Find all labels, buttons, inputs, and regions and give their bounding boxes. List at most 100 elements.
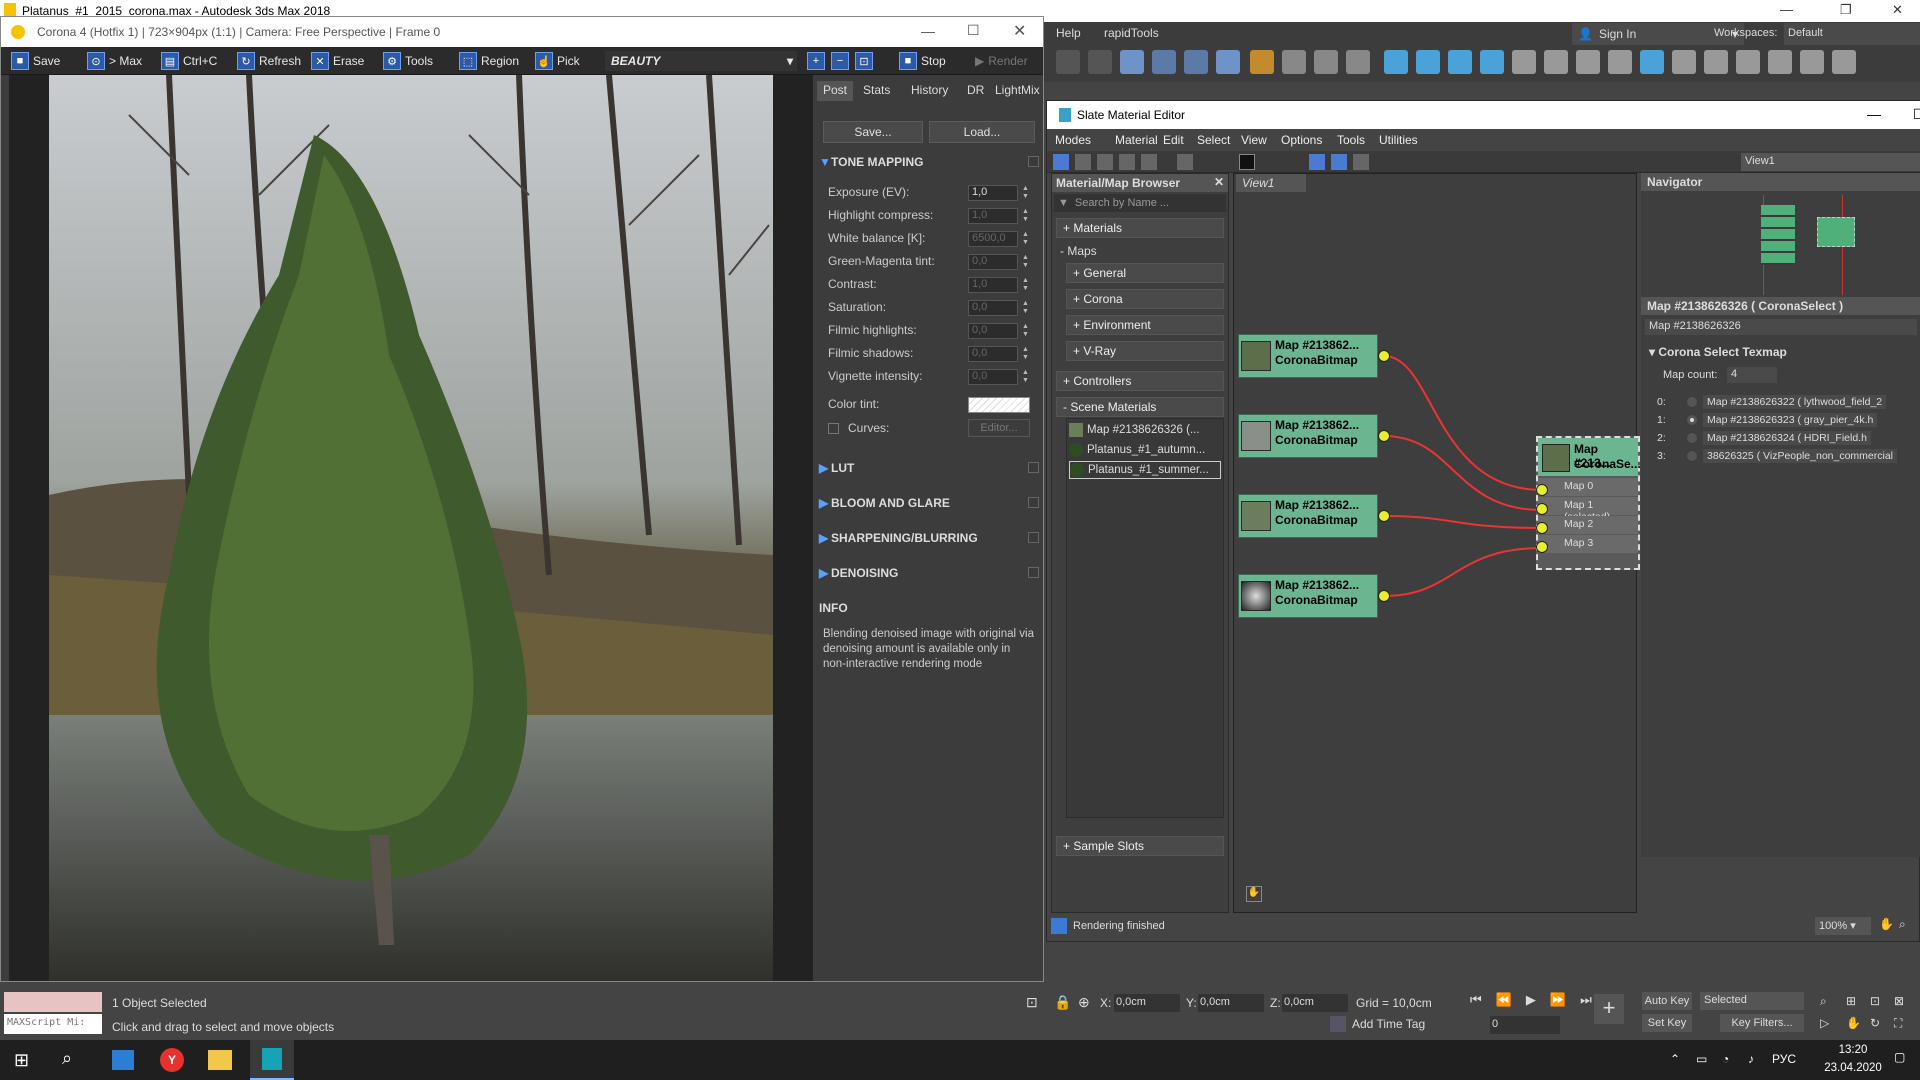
rendered-frame-icon[interactable] bbox=[1282, 50, 1306, 74]
slot-map-button[interactable]: Map #2138626322 ( lythwood_field_2 bbox=[1703, 395, 1887, 409]
render-image-area[interactable] bbox=[9, 75, 813, 981]
viewport-icon[interactable] bbox=[1704, 50, 1728, 74]
browser-group-environment[interactable]: + Environment bbox=[1066, 315, 1224, 335]
section-bloom-checkbox[interactable] bbox=[1028, 497, 1039, 508]
node-input-socket[interactable] bbox=[1536, 503, 1548, 515]
play-icon[interactable]: ▶ bbox=[1526, 992, 1536, 1008]
section-tone-mapping[interactable]: ▼TONE MAPPING bbox=[819, 155, 1039, 169]
corona-bitmap-node[interactable]: Map #213862... CoronaBitmap bbox=[1238, 494, 1378, 538]
browser-group-corona[interactable]: + Corona bbox=[1066, 289, 1224, 309]
color-tint-swatch[interactable] bbox=[968, 397, 1030, 413]
field-of-view-icon[interactable]: ▷ bbox=[1820, 1016, 1829, 1030]
key-filters-button[interactable]: Key Filters... bbox=[1720, 1014, 1804, 1032]
zoom-extents-icon[interactable]: ⊡ bbox=[1870, 994, 1880, 1008]
material-editor-icon[interactable] bbox=[1216, 50, 1240, 74]
add-key-icon[interactable]: + bbox=[1594, 994, 1624, 1024]
param-input[interactable]: 6500,0 bbox=[968, 231, 1018, 247]
section-denoising[interactable]: ▶ DENOISING bbox=[819, 566, 1039, 580]
assign-material-icon[interactable] bbox=[1097, 154, 1113, 170]
region-button[interactable]: ⬚ Region bbox=[459, 51, 519, 71]
close-icon[interactable]: ✕ bbox=[1892, 2, 1903, 18]
zoom-fit-icon[interactable]: ⊡ bbox=[855, 51, 873, 71]
tools-button[interactable]: ⚙ Tools bbox=[383, 51, 433, 71]
show-hidden-icon[interactable]: ⌃ bbox=[1670, 1052, 1680, 1066]
list-item[interactable]: Map #2138626326 (... bbox=[1069, 421, 1221, 439]
maximize-viewport-icon[interactable]: ⛶ bbox=[1894, 1016, 1902, 1031]
map-slot-0[interactable]: Map 0 bbox=[1538, 478, 1638, 496]
schematic-view-icon[interactable] bbox=[1184, 50, 1208, 74]
zoom-extents-all-icon[interactable]: ⊠ bbox=[1894, 994, 1904, 1008]
radio-icon[interactable] bbox=[1687, 433, 1697, 443]
radio-icon[interactable] bbox=[1687, 397, 1697, 407]
copy-button[interactable]: ▤ Ctrl+C bbox=[161, 51, 217, 71]
render-production-icon[interactable] bbox=[1314, 50, 1338, 74]
minimize-icon[interactable]: — bbox=[1780, 2, 1793, 17]
menu-select[interactable]: Select bbox=[1197, 133, 1230, 147]
map-count-spinner[interactable]: 4 bbox=[1727, 367, 1777, 383]
render-iterative-icon[interactable] bbox=[1346, 50, 1370, 74]
current-frame-field[interactable]: 0 bbox=[1490, 1016, 1560, 1034]
node-output-socket[interactable] bbox=[1378, 430, 1390, 442]
param-input[interactable]: 0,0 bbox=[968, 323, 1018, 339]
spinner-icon[interactable]: ▲ ▼ bbox=[1022, 369, 1029, 385]
search-icon[interactable]: ⌕ bbox=[62, 1048, 72, 1069]
scatter-icon[interactable] bbox=[1480, 50, 1504, 74]
tab-post[interactable]: Post bbox=[817, 81, 854, 101]
network-icon[interactable]: ◔ bbox=[1722, 1052, 1729, 1066]
menu-view[interactable]: View bbox=[1241, 133, 1267, 147]
volume-icon[interactable]: ♪ bbox=[1748, 1052, 1754, 1066]
tab-stats[interactable]: Stats bbox=[857, 81, 896, 101]
set-key-button[interactable]: Set Key bbox=[1642, 1014, 1692, 1032]
list-item[interactable]: 3: 38626325 ( VizPeople_non_commercial bbox=[1657, 447, 1919, 465]
maxscript-mini-listener[interactable]: MAXScript Mi: bbox=[4, 1014, 102, 1034]
teapot-icon[interactable] bbox=[1800, 50, 1824, 74]
language-indicator[interactable]: РУС bbox=[1772, 1052, 1796, 1066]
list-item[interactable]: 1: Map #2138626323 ( gray_pier_4k.h bbox=[1657, 411, 1919, 429]
refresh-icon[interactable] bbox=[1608, 50, 1632, 74]
save-preset-button[interactable]: Save... bbox=[823, 121, 923, 143]
list-item[interactable]: Platanus_#1_summer... bbox=[1069, 461, 1221, 479]
go-to-end-icon[interactable]: ⏭ bbox=[1580, 992, 1592, 1008]
close-icon[interactable]: ✕ bbox=[1214, 175, 1224, 189]
close-icon[interactable]: ✕ bbox=[1013, 21, 1026, 41]
menu-modes[interactable]: Modes bbox=[1055, 133, 1091, 147]
menu-edit[interactable]: Edit bbox=[1163, 133, 1184, 147]
node-view[interactable]: View1 Map #213862... CoronaBitmap Map #21… bbox=[1233, 173, 1641, 913]
zoom-dropdown[interactable]: 100% ▾ bbox=[1815, 917, 1871, 935]
settings-icon[interactable] bbox=[1736, 50, 1760, 74]
reset-icon[interactable] bbox=[1119, 154, 1135, 170]
map-name-field[interactable]: Map #2138626326 bbox=[1645, 319, 1917, 335]
file-explorer-icon[interactable] bbox=[208, 1050, 232, 1070]
delete-icon[interactable] bbox=[1141, 154, 1157, 170]
expand-toolbar-icon[interactable] bbox=[1832, 50, 1856, 74]
spinner-icon[interactable]: ▲ ▼ bbox=[1022, 300, 1029, 316]
show-map-icon[interactable] bbox=[1239, 154, 1255, 170]
browser-group-materials[interactable]: + Materials bbox=[1056, 218, 1224, 238]
list-item[interactable]: 0: Map #2138626322 ( lythwood_field_2 bbox=[1657, 393, 1919, 411]
save-button[interactable]: ■ Save bbox=[11, 51, 60, 71]
section-bloom[interactable]: ▶ BLOOM AND GLARE bbox=[819, 496, 1039, 510]
lock-icon[interactable]: 🔒 bbox=[1054, 994, 1071, 1011]
list-item[interactable]: Platanus_#1_autumn... bbox=[1069, 441, 1221, 459]
pick-button[interactable]: ☝ Pick bbox=[535, 51, 580, 71]
spinner-icon[interactable]: ▲ ▼ bbox=[1022, 231, 1029, 247]
maximize-icon[interactable]: ☐ bbox=[967, 22, 980, 39]
corona-bitmap-node[interactable]: Map #213862... CoronaBitmap bbox=[1238, 414, 1378, 458]
param-input[interactable]: 1,0 bbox=[968, 208, 1018, 224]
slot-map-button[interactable]: Map #2138626323 ( gray_pier_4k.h bbox=[1703, 413, 1878, 427]
node-output-socket[interactable] bbox=[1378, 510, 1390, 522]
section-lut-checkbox[interactable] bbox=[1028, 462, 1039, 473]
maximize-icon[interactable]: ☐ bbox=[1913, 106, 1920, 123]
add-time-tag[interactable]: Add Time Tag bbox=[1330, 1016, 1425, 1032]
minimize-icon[interactable]: — bbox=[1867, 106, 1881, 122]
map-slot-2[interactable]: Map 2 bbox=[1538, 516, 1638, 534]
absolute-mode-icon[interactable]: ⊕ bbox=[1078, 994, 1090, 1011]
section-tone-mapping-checkbox[interactable] bbox=[1028, 156, 1039, 167]
move-children-icon[interactable] bbox=[1177, 154, 1193, 170]
camera-icon[interactable] bbox=[1640, 50, 1664, 74]
radio-selected-icon[interactable] bbox=[1687, 415, 1697, 425]
to-max-button[interactable]: ⊙ > Max bbox=[87, 51, 142, 71]
browser-group-controllers[interactable]: + Controllers bbox=[1056, 371, 1224, 391]
menu-rapidtools[interactable]: rapidTools bbox=[1104, 26, 1159, 40]
radio-icon[interactable] bbox=[1687, 451, 1697, 461]
